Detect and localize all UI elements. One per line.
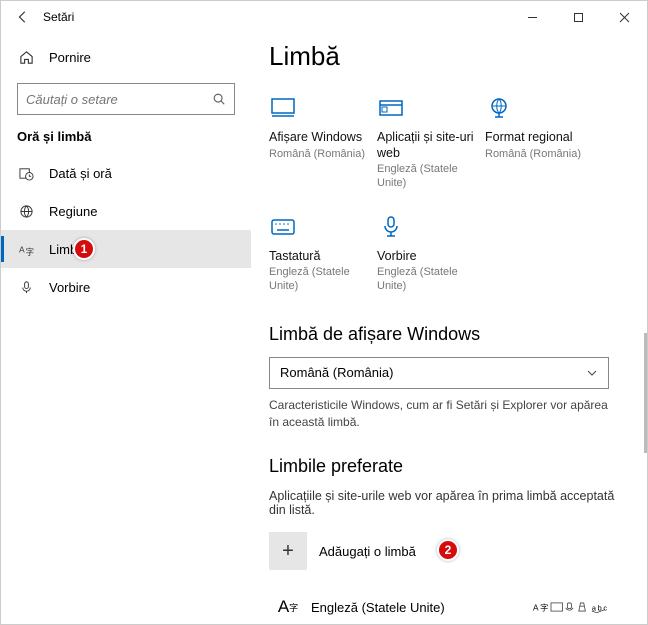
minimize-button[interactable] [509, 1, 555, 33]
display-language-heading: Limbă de afișare Windows [269, 324, 623, 345]
preferred-languages-desc: Aplicațiile și site-urile web vor apărea… [269, 489, 623, 517]
globe-stand-icon [485, 94, 513, 122]
tile-sub: Engleză (Statele Unite) [377, 266, 485, 294]
add-language-button[interactable]: + Adăugați o limbă 2 [269, 531, 623, 571]
nav-item-date-time[interactable]: Dată și oră [1, 154, 251, 192]
microphone-icon [17, 280, 35, 295]
keyboard-icon [269, 213, 297, 241]
display-language-help: Caracteristicile Windows, cum ar fi Setă… [269, 397, 609, 431]
tile-speech[interactable]: Vorbire Engleză (Statele Unite) [377, 213, 485, 294]
globe-icon [17, 204, 35, 219]
search-input[interactable] [26, 92, 212, 107]
svg-text:A字: A字 [533, 603, 550, 613]
tile-title: Vorbire [377, 249, 485, 265]
tile-sub: Engleză (Statele Unite) [377, 163, 485, 191]
language-feature-icons: A字 abc [533, 600, 623, 614]
svg-text:A: A [19, 244, 25, 254]
tile-sub: Română (România) [269, 148, 377, 162]
language-glyph-icon: A字 [269, 597, 307, 617]
add-language-label: Adăugați o limbă [319, 544, 416, 559]
page-title: Limbă [269, 41, 623, 72]
annotation-badge-1: 1 [73, 238, 95, 260]
tile-title: Afișare Windows [269, 130, 377, 146]
tile-regional-format[interactable]: Format regional Română (România) [485, 94, 593, 191]
dropdown-value: Română (România) [280, 365, 393, 380]
tile-sub: Engleză (Statele Unite) [269, 266, 377, 294]
language-item-english[interactable]: A字 Engleză (Statele Unite) A字 abc [269, 585, 623, 624]
content-pane[interactable]: Limbă Afișare Windows Română (România) A… [251, 33, 647, 624]
calendar-clock-icon [17, 166, 35, 181]
title-bar: Setări [1, 1, 647, 33]
scrollbar[interactable] [644, 333, 647, 453]
language-name: Engleză (Statele Unite) [311, 600, 533, 615]
close-button[interactable] [601, 1, 647, 33]
back-button[interactable] [9, 3, 37, 31]
nav-label: Dată și oră [49, 166, 112, 181]
tile-keyboard[interactable]: Tastatură Engleză (Statele Unite) [269, 213, 377, 294]
nav-item-region[interactable]: Regiune [1, 192, 251, 230]
tile-title: Format regional [485, 130, 593, 146]
annotation-badge-2: 2 [437, 539, 459, 561]
tile-sub: Română (România) [485, 148, 593, 162]
preferred-languages-heading: Limbile preferate [269, 456, 623, 477]
language-icon: A字 [17, 242, 35, 257]
tile-title: Aplicații și site-uri web [377, 130, 485, 161]
search-icon [212, 92, 226, 106]
search-box[interactable] [17, 83, 235, 115]
tile-windows-display[interactable]: Afișare Windows Română (România) [269, 94, 377, 191]
sidebar: Pornire Oră și limbă Dată și oră Regiune… [1, 33, 251, 624]
nav-label: Regiune [49, 204, 97, 219]
window-title: Setări [43, 10, 74, 24]
display-language-dropdown[interactable]: Română (România) [269, 357, 609, 389]
home-button[interactable]: Pornire [1, 39, 251, 75]
window-controls [509, 1, 647, 33]
monitor-icon [269, 94, 297, 122]
svg-text:字: 字 [25, 247, 33, 257]
tile-apps-websites[interactable]: Aplicații și site-uri web Engleză (State… [377, 94, 485, 191]
chevron-down-icon [586, 367, 598, 379]
home-icon [17, 50, 35, 65]
nav-item-speech[interactable]: Vorbire [1, 268, 251, 306]
home-label: Pornire [49, 50, 91, 65]
plus-icon: + [269, 532, 307, 570]
tile-title: Tastatură [269, 249, 377, 265]
overview-tiles: Afișare Windows Română (România) Aplicaț… [269, 94, 623, 294]
nav-label: Vorbire [49, 280, 90, 295]
category-heading: Oră și limbă [1, 129, 251, 154]
apps-icon [377, 94, 405, 122]
maximize-button[interactable] [555, 1, 601, 33]
nav-item-language[interactable]: A字 Limbă 1 [1, 230, 251, 268]
microphone-icon [377, 213, 405, 241]
